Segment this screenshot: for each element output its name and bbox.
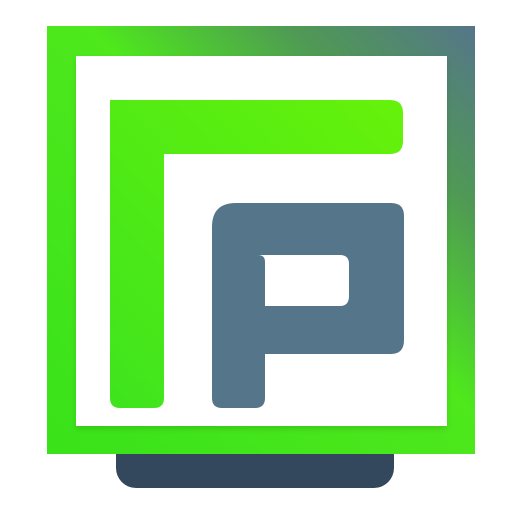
- logo-canvas: [0, 0, 512, 512]
- ff-monitor-logo-icon: [47, 26, 475, 488]
